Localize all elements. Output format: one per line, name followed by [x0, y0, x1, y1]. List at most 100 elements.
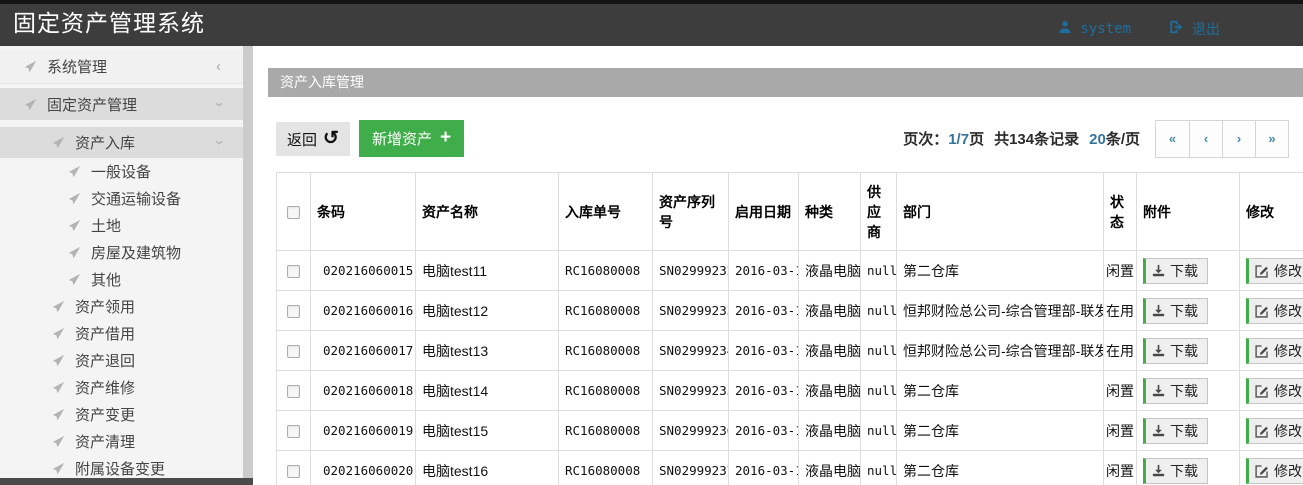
edit-icon	[1255, 424, 1269, 438]
download-button-label: 下载	[1170, 381, 1198, 401]
cell-supplier: null	[861, 411, 897, 451]
edit-button[interactable]: 修改	[1246, 378, 1303, 404]
user-menu[interactable]: system	[1058, 20, 1131, 38]
download-button[interactable]: 下载	[1143, 258, 1208, 284]
sidebar-item[interactable]: 一般设备	[0, 158, 243, 185]
cell-serial-number: SN02999233	[653, 291, 729, 331]
edit-button[interactable]: 修改	[1246, 298, 1303, 324]
cell-department: 第二仓库	[897, 371, 1104, 411]
edit-button[interactable]: 修改	[1246, 458, 1303, 484]
sidebar-item[interactable]: 交通运输设备	[0, 185, 243, 212]
sidebar-item[interactable]: 资产退回	[0, 347, 243, 374]
cell-modify: 修改	[1240, 291, 1303, 331]
per-page-unit: 条/页	[1106, 131, 1140, 148]
row-checkbox[interactable]	[287, 345, 300, 358]
paper-plane-icon	[68, 246, 81, 259]
total-label: 共	[994, 131, 1009, 148]
sidebar-item[interactable]: 系统管理‹	[0, 50, 243, 84]
sidebar-item[interactable]: 土地	[0, 212, 243, 239]
row-checkbox[interactable]	[287, 305, 300, 318]
sidebar-item[interactable]: 资产维修	[0, 374, 243, 401]
logout-button[interactable]: 退出	[1169, 19, 1220, 39]
prev-page-button[interactable]: ‹	[1189, 121, 1222, 157]
cell-select	[277, 291, 311, 331]
edit-icon	[1255, 344, 1269, 358]
add-asset-button[interactable]: 新增资产 +	[359, 120, 464, 157]
cell-modify: 修改	[1240, 411, 1303, 451]
download-button-label: 下载	[1170, 461, 1198, 481]
sidebar-bottom-bar	[0, 478, 253, 485]
edit-icon	[1255, 304, 1269, 318]
plus-icon: +	[440, 128, 451, 147]
cell-order-number: RC16080008	[559, 291, 653, 331]
sidebar-item-label: 资产清理	[75, 431, 135, 452]
download-button-label: 下载	[1170, 261, 1198, 281]
sidebar-item[interactable]: 资产入库‹	[0, 127, 243, 158]
sidebar-item-label: 资产退回	[75, 350, 135, 371]
cell-asset-name: 电脑test15	[416, 411, 559, 451]
download-icon	[1152, 424, 1165, 437]
toolbar: 返回 ↺ 新增资产 + 页次：1/7页共134条记录20条/页 «‹›»	[276, 120, 1303, 157]
total-records: 134	[1009, 131, 1034, 148]
pagination-buttons: «‹›»	[1155, 120, 1289, 158]
download-button[interactable]: 下载	[1143, 418, 1208, 444]
edit-button[interactable]: 修改	[1246, 258, 1303, 284]
cell-select	[277, 451, 311, 485]
sidebar-item[interactable]: 资产领用	[0, 293, 243, 320]
edit-button[interactable]: 修改	[1246, 418, 1303, 444]
cell-status: 闲置	[1104, 411, 1137, 451]
next-page-button[interactable]: ›	[1222, 121, 1255, 157]
first-page-button[interactable]: «	[1156, 121, 1189, 157]
cell-department: 第二仓库	[897, 411, 1104, 451]
paper-plane-icon	[52, 408, 65, 421]
download-icon	[1152, 384, 1165, 397]
cell-modify: 修改	[1240, 251, 1303, 291]
sidebar-item[interactable]: 其他	[0, 266, 243, 293]
cell-asset-name: 电脑test14	[416, 371, 559, 411]
row-checkbox[interactable]	[287, 385, 300, 398]
cell-order-number: RC16080008	[559, 331, 653, 371]
cell-attachment: 下载	[1137, 451, 1240, 485]
download-button-label: 下载	[1170, 421, 1198, 441]
sidebar-item-label: 房屋及建筑物	[91, 242, 181, 263]
sidebar-item[interactable]: 资产变更	[0, 401, 243, 428]
sidebar-item[interactable]: 房屋及建筑物	[0, 239, 243, 266]
row-checkbox[interactable]	[287, 265, 300, 278]
pagination-summary: 页次：1/7页共134条记录20条/页	[903, 121, 1140, 158]
sidebar-item[interactable]: 固定资产管理‹	[0, 88, 243, 120]
row-checkbox[interactable]	[287, 425, 300, 438]
asset-table: 条码资产名称入库单号资产序列号启用日期种类供应商部门状态附件修改 0202160…	[276, 172, 1303, 485]
table-row: 020216060018电脑test14RC16080008SN02999235…	[277, 371, 1303, 411]
logout-label: 退出	[1192, 19, 1220, 39]
asset-table-wrapper: 条码资产名称入库单号资产序列号启用日期种类供应商部门状态附件修改 0202160…	[276, 172, 1303, 485]
download-button[interactable]: 下载	[1143, 298, 1208, 324]
download-button-label: 下载	[1170, 341, 1198, 361]
sidebar-menu: 系统管理‹ 固定资产管理‹ 资产入库‹一般设备交通运输设备土地房屋及建筑物其他资产领…	[0, 50, 243, 482]
paper-plane-icon	[52, 327, 65, 340]
select-all-checkbox[interactable]	[287, 206, 300, 219]
download-button[interactable]: 下载	[1143, 378, 1208, 404]
sidebar-item[interactable]: 资产借用	[0, 320, 243, 347]
sidebar-item-label: 资产变更	[75, 404, 135, 425]
download-icon	[1152, 344, 1165, 357]
cell-attachment: 下载	[1137, 331, 1240, 371]
sidebar-item[interactable]: 资产清理	[0, 428, 243, 455]
cell-barcode: 020216060016	[311, 291, 416, 331]
download-button[interactable]: 下载	[1143, 338, 1208, 364]
last-page-button[interactable]: »	[1255, 121, 1288, 157]
app-header: 固定资产管理系统 system 退出	[0, 4, 1303, 46]
column-header: 条码	[311, 173, 416, 251]
cell-supplier: null	[861, 451, 897, 485]
table-body: 020216060015电脑test11RC16080008SN02999232…	[277, 251, 1303, 485]
edit-button[interactable]: 修改	[1246, 338, 1303, 364]
back-button[interactable]: 返回 ↺	[276, 122, 350, 156]
add-asset-label: 新增资产	[372, 128, 432, 149]
sidebar-scrollbar[interactable]	[243, 46, 253, 485]
cell-asset-name: 电脑test13	[416, 331, 559, 371]
cell-order-number: RC16080008	[559, 451, 653, 485]
paper-plane-icon	[52, 462, 65, 475]
paper-plane-icon	[52, 354, 65, 367]
edit-button-label: 修改	[1274, 381, 1302, 401]
row-checkbox[interactable]	[287, 465, 300, 478]
download-button[interactable]: 下载	[1143, 458, 1208, 484]
